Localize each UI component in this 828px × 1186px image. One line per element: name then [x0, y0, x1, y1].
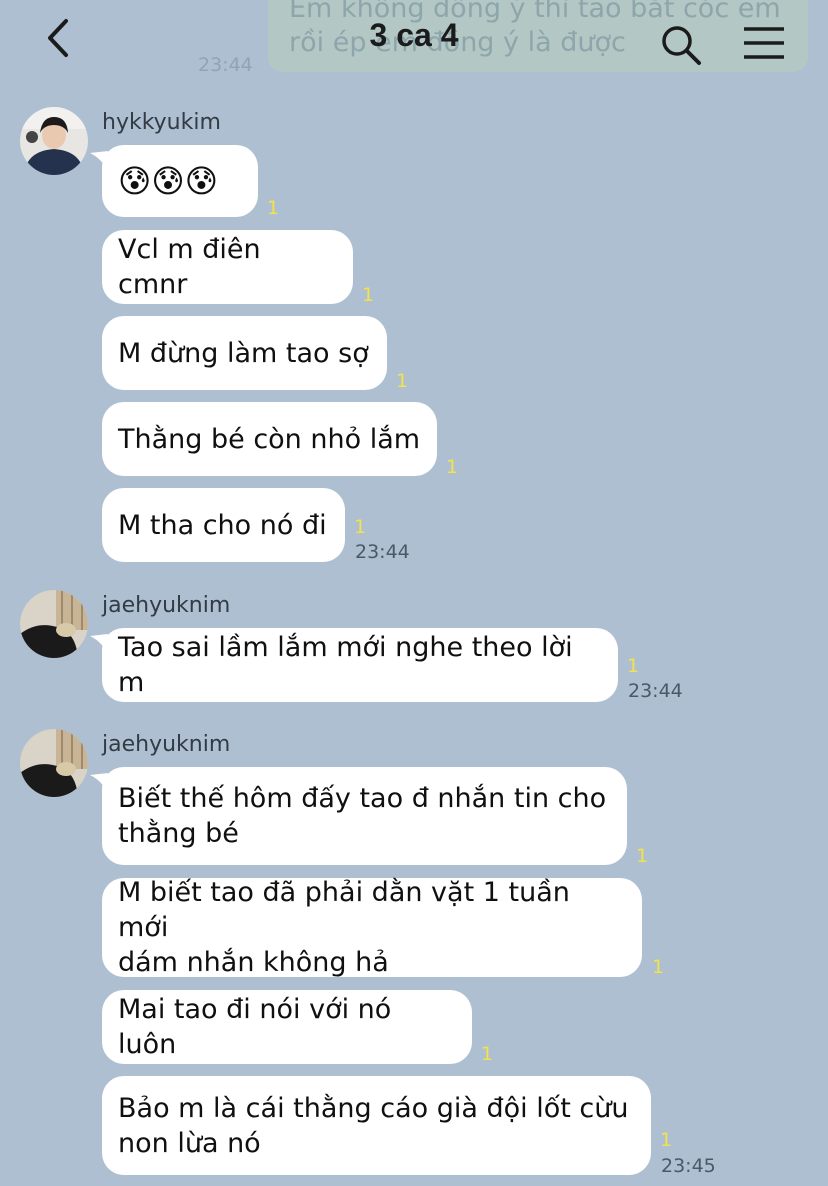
bubble-tail	[90, 634, 108, 652]
message-bubble[interactable]: M tha cho nó đi	[102, 488, 345, 562]
message-text: M biết tao đã phải dằn vặt 1 tuần mới dá…	[118, 877, 570, 978]
chat-title: 3 ca 4	[369, 17, 459, 53]
bubble-tail	[90, 151, 108, 169]
message-bubble[interactable]: M đừng làm tao sợ	[102, 316, 387, 390]
message-bubble[interactable]: Thằng bé còn nhỏ lắm	[102, 402, 437, 476]
message-bubble[interactable]: Vcl m điên cmnr	[102, 230, 353, 304]
unread-count: 1	[354, 516, 367, 538]
message-text: Tao sai lầm lắm mới nghe theo lời m	[118, 632, 573, 698]
unread-count: 1	[636, 845, 649, 867]
message-text: M đừng làm tao sợ	[118, 337, 369, 369]
unread-count: 1	[481, 1043, 494, 1065]
message-text: Biết thế hôm đấy tao đ nhắn tin cho thằn…	[118, 783, 607, 849]
unread-count: 1	[267, 197, 280, 219]
message-bubble[interactable]: Bảo m là cái thằng cáo già đội lốt cừu n…	[102, 1076, 651, 1175]
unread-count: 1	[660, 1129, 673, 1151]
message-text: M tha cho nó đi	[118, 509, 327, 541]
hamburger-menu-icon	[744, 27, 784, 59]
avatar-hykkyukim[interactable]	[20, 107, 88, 175]
menu-button[interactable]	[742, 26, 786, 60]
message-bubble[interactable]: M biết tao đã phải dằn vặt 1 tuần mới dá…	[102, 877, 642, 978]
sender-name: jaehyuknim	[102, 593, 231, 618]
search-button[interactable]	[660, 24, 702, 66]
message-text: 😰😰😰	[118, 161, 219, 200]
message-bubble[interactable]: Mai tao đi nói với nó luôn	[102, 990, 472, 1064]
message-time: 23:44	[628, 680, 683, 702]
unread-count: 1	[446, 456, 459, 478]
message-text: Vcl m điên cmnr	[118, 234, 261, 300]
message-time: 23:45	[661, 1155, 716, 1177]
message-time: 23:44	[355, 541, 410, 563]
unread-count: 1	[652, 956, 665, 978]
message-bubble[interactable]: Tao sai lầm lắm mới nghe theo lời m	[90, 628, 618, 702]
message-text: Mai tao đi nói với nó luôn	[118, 994, 392, 1060]
message-bubble[interactable]: 😰😰😰	[90, 145, 258, 217]
previous-message-time: 23:44	[198, 54, 253, 76]
unread-count: 1	[627, 655, 640, 677]
message-bubble[interactable]: Biết thế hôm đấy tao đ nhắn tin cho thằn…	[90, 767, 627, 865]
unread-count: 1	[396, 370, 409, 392]
message-text: Bảo m là cái thằng cáo già đội lốt cừu n…	[118, 1092, 629, 1159]
bubble-tail	[90, 773, 108, 791]
avatar-jaehyuknim[interactable]	[20, 590, 88, 658]
sender-name: hykkyukim	[102, 110, 221, 135]
avatar-jaehyuknim[interactable]	[20, 729, 88, 797]
search-icon	[662, 26, 701, 65]
unread-count: 1	[362, 284, 375, 306]
sender-name: jaehyuknim	[102, 732, 231, 757]
message-text: Thằng bé còn nhỏ lắm	[118, 423, 421, 455]
